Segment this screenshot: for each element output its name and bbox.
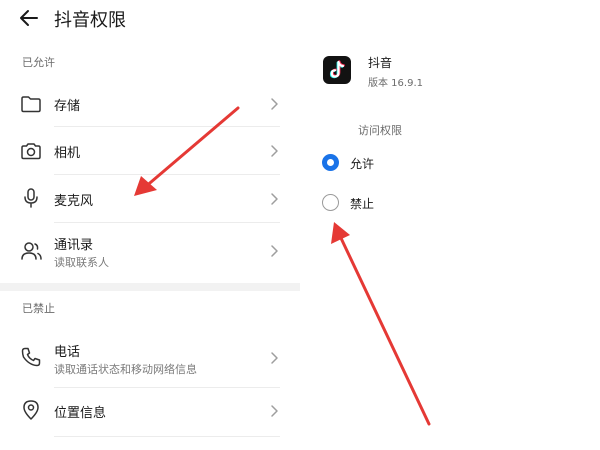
chevron-right-icon — [271, 352, 278, 364]
folder-icon — [21, 96, 41, 113]
back-button[interactable] — [18, 7, 40, 29]
app-name: 抖音 — [368, 56, 393, 70]
permission-subtitle: 读取通话状态和移动网络信息 — [54, 363, 197, 376]
chevron-right-icon — [271, 193, 278, 205]
chevron-right-icon — [271, 405, 278, 417]
allowed-section-label: 已允许 — [22, 56, 55, 69]
permission-item-contacts[interactable]: 通讯录 读取联系人 — [0, 224, 300, 278]
permission-title: 相机 — [54, 146, 81, 161]
divider — [54, 174, 280, 175]
permission-title: 麦克风 — [54, 194, 94, 209]
permission-item-phone[interactable]: 电话 读取通话状态和移动网络信息 — [0, 330, 300, 386]
annotation-arrow — [331, 222, 431, 426]
divider — [54, 436, 280, 437]
denied-section-label: 已禁止 — [22, 302, 55, 315]
divider — [54, 387, 280, 388]
permission-page: 抖音权限 已允许 存储 相机 麦克风 通讯录 读取联系人 已禁止 电话 读取通话… — [0, 0, 600, 450]
microphone-icon — [24, 188, 38, 208]
tiktok-logo-icon — [323, 56, 351, 84]
location-icon — [23, 400, 39, 420]
back-arrow-icon — [20, 10, 38, 26]
permission-item-location[interactable]: 位置信息 — [0, 389, 300, 433]
radio-label: 允许 — [350, 157, 375, 171]
permission-item-storage[interactable]: 存储 — [0, 82, 300, 126]
radio-button[interactable] — [322, 154, 339, 171]
contacts-icon — [21, 242, 42, 260]
permission-title: 存储 — [54, 99, 81, 114]
header: 抖音权限 — [0, 0, 300, 38]
chevron-right-icon — [271, 145, 278, 157]
divider — [54, 126, 280, 127]
divider — [54, 222, 280, 223]
permission-list-panel: 抖音权限 已允许 存储 相机 麦克风 通讯录 读取联系人 已禁止 电话 读取通话… — [0, 0, 300, 450]
radio-label: 禁止 — [350, 197, 375, 211]
access-permission-label: 访问权限 — [358, 124, 402, 137]
chevron-right-icon — [271, 245, 278, 257]
permission-title: 电话 — [54, 345, 81, 360]
radio-option-allow[interactable]: 允许 — [318, 151, 458, 175]
camera-icon — [21, 143, 41, 160]
section-separator — [0, 283, 300, 291]
chevron-right-icon — [271, 98, 278, 110]
radio-button[interactable] — [322, 194, 339, 211]
page-title: 抖音权限 — [54, 10, 126, 31]
permission-item-microphone[interactable]: 麦克风 — [0, 176, 300, 222]
permission-subtitle: 读取联系人 — [54, 256, 109, 269]
app-version: 版本 16.9.1 — [368, 78, 423, 89]
permission-item-camera[interactable]: 相机 — [0, 128, 300, 174]
permission-title: 通讯录 — [54, 238, 94, 253]
phone-icon — [21, 347, 41, 367]
permission-title: 位置信息 — [54, 406, 107, 421]
radio-option-deny[interactable]: 禁止 — [318, 191, 458, 215]
